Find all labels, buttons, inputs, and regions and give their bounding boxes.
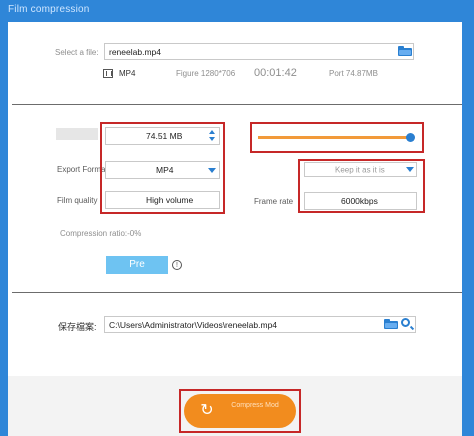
info-icon[interactable]: ! <box>172 260 182 270</box>
select-file-label: Select a file: <box>55 48 99 57</box>
highlight-slider <box>250 122 424 153</box>
preview-button[interactable]: Pre <box>106 256 168 274</box>
highlight-settings-right <box>298 159 425 213</box>
frame-rate-label: Frame rate <box>254 197 294 206</box>
highlight-settings-left <box>100 122 225 214</box>
save-path-value: C:\Users\Administrator\Videos\reneelab.m… <box>109 319 278 330</box>
window-title: Film compression <box>8 4 90 15</box>
folder-open-icon[interactable] <box>384 319 398 329</box>
compression-ratio: Compression ratio:-0% <box>60 229 142 238</box>
folder-open-icon[interactable] <box>398 46 412 56</box>
search-icon[interactable] <box>401 318 410 327</box>
size-label-blurred <box>56 128 98 140</box>
file-duration: 00:01:42 <box>254 67 297 79</box>
file-resolution: Figure 1280*706 <box>176 69 236 78</box>
title-bar: Film compression <box>0 0 474 22</box>
film-quality-label: Film quality <box>57 196 98 205</box>
divider-bottom <box>12 292 462 293</box>
file-size: Port 74.87MB <box>329 69 378 78</box>
file-format: MP4 <box>119 69 136 78</box>
file-input[interactable]: reneelab.mp4 <box>104 43 414 60</box>
save-path-label: 保存檔案: <box>58 322 97 332</box>
film-icon <box>103 69 113 78</box>
file-input-value: reneelab.mp4 <box>109 46 161 57</box>
highlight-compress <box>179 389 301 433</box>
save-path-input[interactable]: C:\Users\Administrator\Videos\reneelab.m… <box>104 316 416 333</box>
divider-top <box>12 104 462 105</box>
